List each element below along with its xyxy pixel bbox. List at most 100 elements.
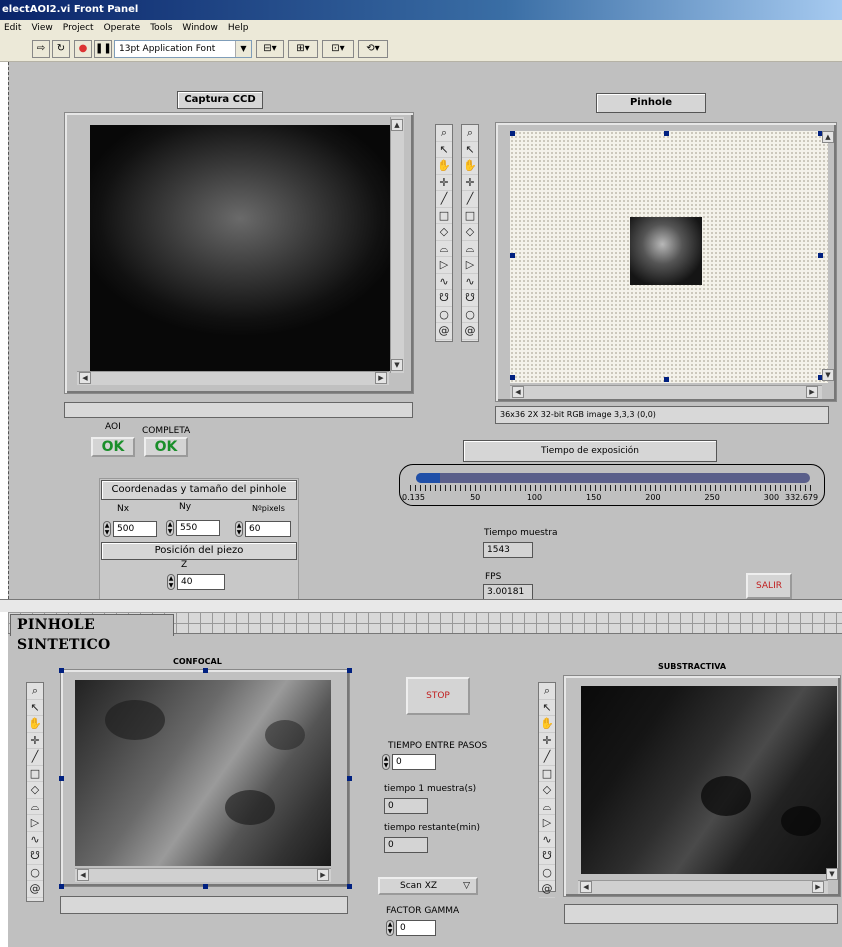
pan-icon[interactable]: ✋ <box>27 716 43 733</box>
oval-icon[interactable]: ○ <box>27 865 43 881</box>
npix-spinner[interactable]: ▲ ▼ <box>235 521 243 537</box>
zoom-icon[interactable]: ⌕ <box>27 683 43 700</box>
point-icon[interactable]: ✛ <box>27 733 43 749</box>
line-icon[interactable]: ╱ <box>539 749 555 766</box>
line-icon[interactable]: ╱ <box>27 749 43 766</box>
aoi-button[interactable]: OK <box>91 437 135 457</box>
tiempo-pasos-input[interactable]: 0 <box>392 754 436 770</box>
distribute-icon[interactable]: ⊞▾ <box>288 40 318 58</box>
confocal-hscrollbar[interactable] <box>75 868 331 882</box>
scroll-down-icon[interactable]: ▼ <box>822 369 834 381</box>
pointer-icon[interactable]: ↖ <box>27 700 43 716</box>
rotated-rect-icon[interactable]: ◇ <box>436 224 452 241</box>
ny-input[interactable]: 550 <box>176 520 220 536</box>
completa-button[interactable]: OK <box>144 437 188 457</box>
rotated-rect-icon[interactable]: ◇ <box>539 782 555 799</box>
polygon-icon[interactable]: ▷ <box>462 257 478 274</box>
freehand-region-icon[interactable]: ☋ <box>462 290 478 307</box>
zoom-icon[interactable]: ⌕ <box>539 683 555 700</box>
pointer-icon[interactable]: ↖ <box>462 142 478 158</box>
freehand-icon[interactable]: ∿ <box>436 274 452 290</box>
menu-view[interactable]: View <box>31 23 52 33</box>
menu-edit[interactable]: Edit <box>4 23 21 33</box>
polygon-icon[interactable]: ▷ <box>436 257 452 274</box>
tiempo-pasos-spinner[interactable]: ▲ ▼ <box>382 754 390 770</box>
scroll-left-icon[interactable]: ◀ <box>79 372 91 384</box>
freehand-icon[interactable]: ∿ <box>462 274 478 290</box>
scan-dropdown[interactable]: Scan XZ ▽ <box>378 877 478 895</box>
annulus-icon[interactable]: ⌓ <box>436 241 452 257</box>
align-icon[interactable]: ⊟▾ <box>256 40 284 58</box>
scroll-left-icon[interactable]: ◀ <box>512 386 524 398</box>
rectangle-icon[interactable]: □ <box>462 208 478 224</box>
pause-icon[interactable]: ❚❚ <box>94 40 112 58</box>
run-continuous-icon[interactable]: ↻ <box>52 40 70 58</box>
scroll-right-icon[interactable]: ▶ <box>812 881 824 893</box>
substractiva-hscrollbar[interactable] <box>578 880 828 894</box>
annulus-icon[interactable]: ⌓ <box>462 241 478 257</box>
stop-button[interactable]: STOP <box>406 677 470 715</box>
line-icon[interactable]: ╱ <box>436 191 452 208</box>
rectangle-icon[interactable]: □ <box>436 208 452 224</box>
menu-project[interactable]: Project <box>63 23 94 33</box>
npix-input[interactable]: 60 <box>245 521 291 537</box>
line-icon[interactable]: ╱ <box>462 191 478 208</box>
polygon-icon[interactable]: ▷ <box>27 815 43 832</box>
spiral-icon[interactable]: @ <box>436 323 452 340</box>
menu-operate[interactable]: Operate <box>104 23 141 33</box>
run-arrow-icon[interactable]: ⇨ <box>32 40 50 58</box>
scroll-right-icon[interactable]: ▶ <box>806 386 818 398</box>
menu-tools[interactable]: Tools <box>150 23 172 33</box>
exposure-slider[interactable]: 0.135 50 100 150 200 250 300 332.679 <box>399 464 825 506</box>
nx-input[interactable]: 500 <box>113 521 157 537</box>
freehand-region-icon[interactable]: ☋ <box>539 848 555 865</box>
ccd-vscrollbar[interactable] <box>390 117 404 373</box>
font-selector[interactable]: 13pt Application Font ▼ <box>114 40 252 58</box>
spiral-icon[interactable]: @ <box>462 323 478 340</box>
spiral-icon[interactable]: @ <box>539 881 555 898</box>
scroll-left-icon[interactable]: ◀ <box>580 881 592 893</box>
scroll-down-icon[interactable]: ▼ <box>826 868 838 880</box>
nx-spinner[interactable]: ▲ ▼ <box>103 521 111 537</box>
pinhole-hscrollbar[interactable] <box>510 385 822 399</box>
scroll-up-icon[interactable]: ▲ <box>391 119 403 131</box>
reorder-icon[interactable]: ⟲▾ <box>358 40 388 58</box>
gamma-spinner[interactable]: ▲ ▼ <box>386 920 394 936</box>
zoom-icon[interactable]: ⌕ <box>436 125 452 142</box>
rectangle-icon[interactable]: □ <box>27 766 43 782</box>
rectangle-icon[interactable]: □ <box>539 766 555 782</box>
pan-icon[interactable]: ✋ <box>539 716 555 733</box>
point-icon[interactable]: ✛ <box>436 175 452 191</box>
point-icon[interactable]: ✛ <box>539 733 555 749</box>
menu-window[interactable]: Window <box>182 23 218 33</box>
freehand-region-icon[interactable]: ☋ <box>436 290 452 307</box>
spiral-icon[interactable]: @ <box>27 881 43 898</box>
freehand-region-icon[interactable]: ☋ <box>27 848 43 865</box>
pan-icon[interactable]: ✋ <box>436 158 452 175</box>
resize-icon[interactable]: ⊡▾ <box>322 40 354 58</box>
freehand-icon[interactable]: ∿ <box>27 832 43 848</box>
oval-icon[interactable]: ○ <box>462 307 478 323</box>
pointer-icon[interactable]: ↖ <box>539 700 555 716</box>
ccd-hscrollbar[interactable] <box>77 371 389 385</box>
scroll-left-icon[interactable]: ◀ <box>77 869 89 881</box>
scroll-right-icon[interactable]: ▶ <box>317 869 329 881</box>
annulus-icon[interactable]: ⌓ <box>27 799 43 815</box>
zoom-icon[interactable]: ⌕ <box>462 125 478 142</box>
slider-track[interactable] <box>416 473 810 483</box>
abort-icon[interactable]: ● <box>74 40 92 58</box>
pan-icon[interactable]: ✋ <box>462 158 478 175</box>
z-input[interactable]: 40 <box>177 574 225 590</box>
ny-spinner[interactable]: ▲ ▼ <box>166 520 174 536</box>
oval-icon[interactable]: ○ <box>436 307 452 323</box>
gamma-input[interactable]: 0 <box>396 920 436 936</box>
salir-button[interactable]: SALIR <box>746 573 792 599</box>
freehand-icon[interactable]: ∿ <box>539 832 555 848</box>
scroll-right-icon[interactable]: ▶ <box>375 372 387 384</box>
rotated-rect-icon[interactable]: ◇ <box>462 224 478 241</box>
point-icon[interactable]: ✛ <box>462 175 478 191</box>
scroll-up-icon[interactable]: ▲ <box>822 131 834 143</box>
scroll-down-icon[interactable]: ▼ <box>391 359 403 371</box>
rotated-rect-icon[interactable]: ◇ <box>27 782 43 799</box>
polygon-icon[interactable]: ▷ <box>539 815 555 832</box>
